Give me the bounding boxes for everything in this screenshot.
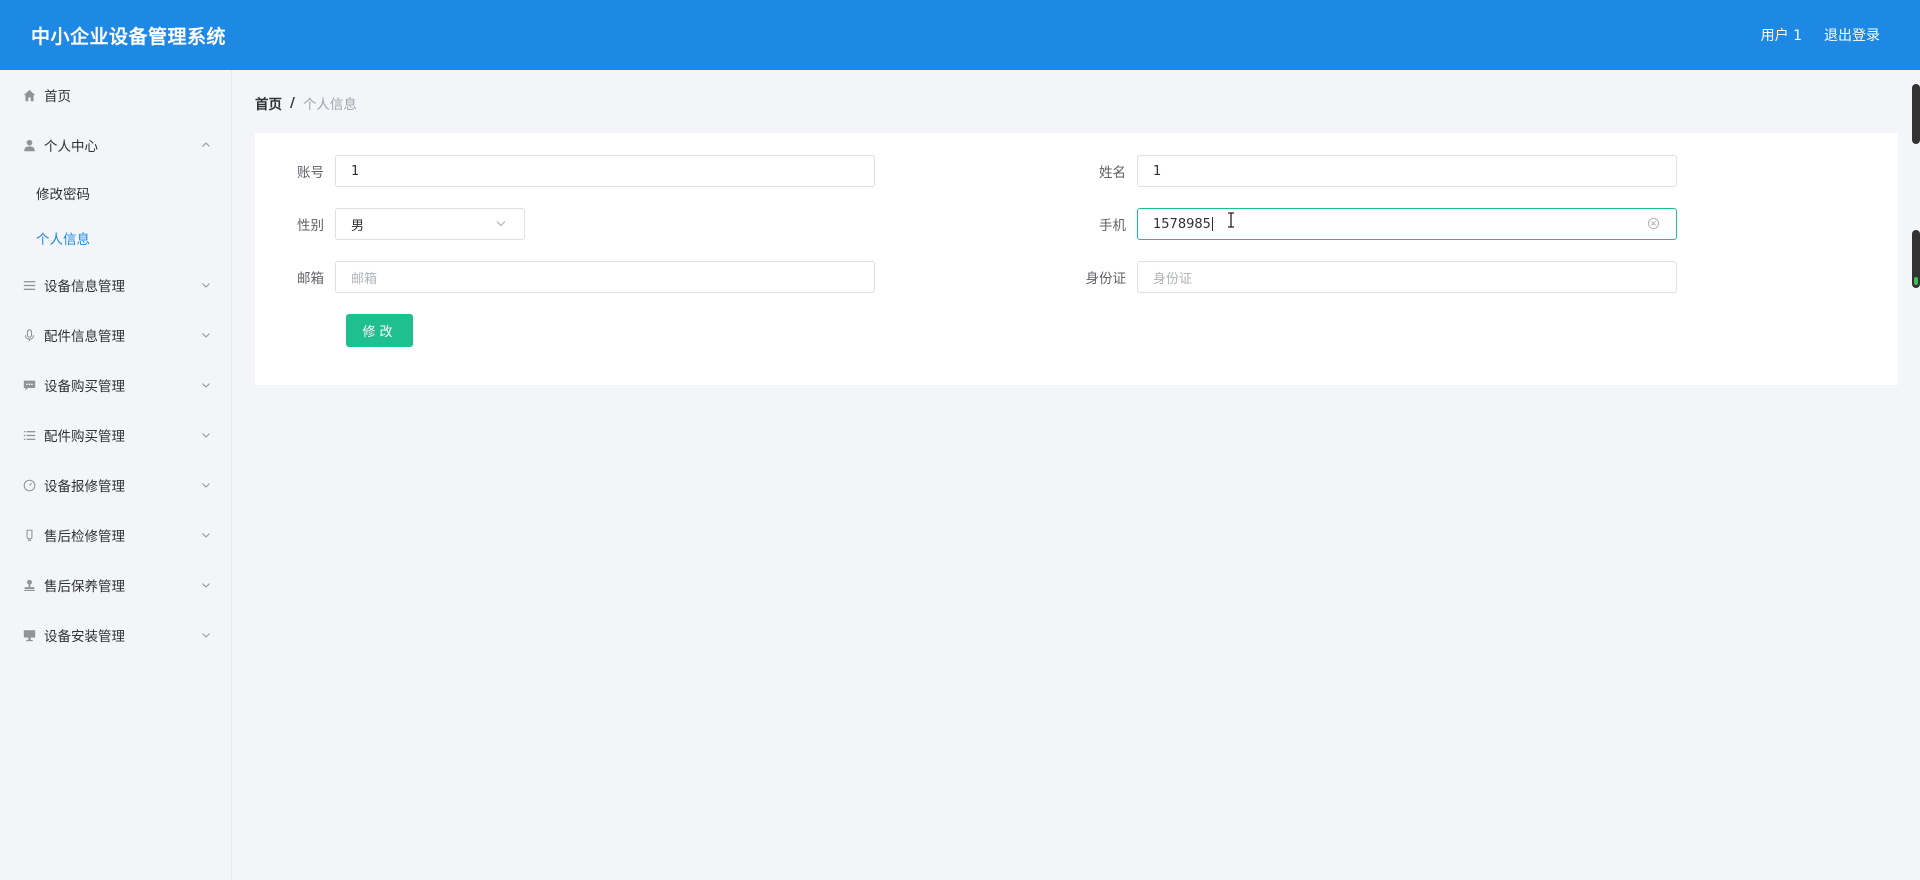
list-icon (22, 428, 36, 442)
account-input[interactable]: 1 (335, 155, 875, 187)
sidebar-item-label: 设备信息管理 (44, 279, 125, 295)
name-row: 姓名 1 (1057, 155, 1677, 187)
account-row: 账号 1 (255, 155, 875, 187)
chevron-down-icon (199, 478, 213, 492)
clear-icon[interactable] (1647, 217, 1661, 231)
chevron-down-icon (199, 378, 213, 392)
email-input[interactable]: 邮箱 (335, 261, 875, 293)
gender-row: 性别 男 (255, 208, 525, 240)
i-beam-cursor-icon (1226, 212, 1236, 228)
sidebar-item-parts-purchase[interactable]: 配件购买管理 (0, 410, 231, 460)
sidebar-item-label: 设备购买管理 (44, 379, 125, 395)
home-icon (22, 88, 36, 102)
sidebar-item-home[interactable]: 首页 (0, 70, 231, 120)
chevron-down-icon (199, 578, 213, 592)
gender-value: 男 (351, 218, 365, 234)
account-value: 1 (351, 163, 360, 179)
bulb-icon (22, 528, 36, 542)
breadcrumb-home[interactable]: 首页 (255, 93, 282, 113)
submit-button[interactable]: 修改 (346, 314, 413, 347)
microphone-icon (22, 328, 36, 342)
breadcrumb-current: 个人信息 (302, 97, 357, 113)
sidebar-item-label: 设备报修管理 (44, 479, 125, 495)
name-input[interactable]: 1 (1137, 155, 1677, 187)
sidebar-item-label: 配件购买管理 (44, 429, 125, 445)
sidebar-item-label: 个人中心 (44, 139, 98, 155)
email-label: 邮箱 (297, 271, 324, 287)
sidebar-item-device-installation[interactable]: 设备安装管理 (0, 610, 231, 660)
sidebar-item-label: 设备安装管理 (44, 629, 125, 645)
sidebar-item-label: 首页 (44, 89, 71, 105)
name-value: 1 (1153, 163, 1162, 179)
scrollbar-thumb-top[interactable] (1912, 84, 1920, 144)
chevron-down-icon (495, 217, 509, 231)
header-user-area: 用户 1 退出登录 (1761, 25, 1880, 45)
sidebar-item-label: 售后保养管理 (44, 579, 125, 595)
name-label: 姓名 (1099, 165, 1126, 181)
app-title: 中小企业设备管理系统 (31, 25, 227, 48)
email-row: 邮箱 邮箱 (255, 261, 875, 293)
id-card-placeholder: 身份证 (1153, 271, 1193, 287)
sidebar-item-label: 配件信息管理 (44, 329, 125, 345)
chevron-down-icon (199, 278, 213, 292)
sidebar-item-device-purchase[interactable]: 设备购买管理 (0, 360, 231, 410)
scrollbar-thumb[interactable] (1912, 230, 1920, 288)
sidebar-item-after-sales-maintenance[interactable]: 售后保养管理 (0, 560, 231, 610)
sidebar: 首页 个人中心 修改密码 个人信息 设备信息管理 配件信息管理 设备购买管理 配… (0, 70, 232, 880)
phone-label: 手机 (1099, 218, 1126, 234)
text-caret (1211, 217, 1213, 231)
chevron-down-icon (199, 428, 213, 442)
monitor-icon (22, 628, 36, 642)
id-card-input[interactable]: 身份证 (1137, 261, 1677, 293)
chat-icon (22, 378, 36, 392)
email-placeholder: 邮箱 (351, 271, 378, 287)
phone-value: 1578985 (1153, 216, 1211, 232)
chevron-down-icon (199, 328, 213, 342)
breadcrumb-separator: / (290, 95, 295, 111)
chevron-down-icon (199, 528, 213, 542)
sidebar-subitem-change-password[interactable]: 修改密码 (0, 170, 231, 215)
sidebar-item-after-sales-inspection[interactable]: 售后检修管理 (0, 510, 231, 560)
sidebar-item-repair-request[interactable]: 设备报修管理 (0, 460, 231, 510)
stamp-icon (22, 578, 36, 592)
gender-label: 性别 (297, 218, 324, 234)
phone-row: 手机 1578985 (1057, 208, 1677, 240)
personal-info-form: 账号 1 姓名 1 性别 男 手机 1578985 邮箱 邮箱 身份证 身份证 … (255, 133, 1898, 385)
account-label: 账号 (297, 165, 324, 181)
main-content: 首页 / 个人信息 账号 1 姓名 1 性别 男 手机 1578985 邮箱 邮… (233, 70, 1920, 880)
phone-input[interactable]: 1578985 (1137, 208, 1677, 240)
menu-icon (22, 278, 36, 292)
sidebar-item-device-info[interactable]: 设备信息管理 (0, 260, 231, 310)
user-icon (22, 138, 36, 152)
chevron-up-icon (199, 138, 213, 152)
sidebar-item-parts-info[interactable]: 配件信息管理 (0, 310, 231, 360)
logout-button[interactable]: 退出登录 (1824, 25, 1880, 45)
sidebar-subitem-personal-info[interactable]: 个人信息 (0, 215, 231, 260)
id-card-row: 身份证 身份证 (1057, 261, 1677, 293)
sidebar-item-personal-center[interactable]: 个人中心 (0, 120, 231, 170)
id-card-label: 身份证 (1085, 271, 1127, 287)
clock-icon (22, 478, 36, 492)
gender-select[interactable]: 男 (335, 208, 525, 240)
top-header: 中小企业设备管理系统 用户 1 退出登录 (0, 0, 1920, 70)
current-user[interactable]: 用户 1 (1761, 25, 1802, 45)
breadcrumb: 首页 / 个人信息 (255, 93, 357, 113)
chevron-down-icon (199, 628, 213, 642)
sidebar-item-label: 售后检修管理 (44, 529, 125, 545)
